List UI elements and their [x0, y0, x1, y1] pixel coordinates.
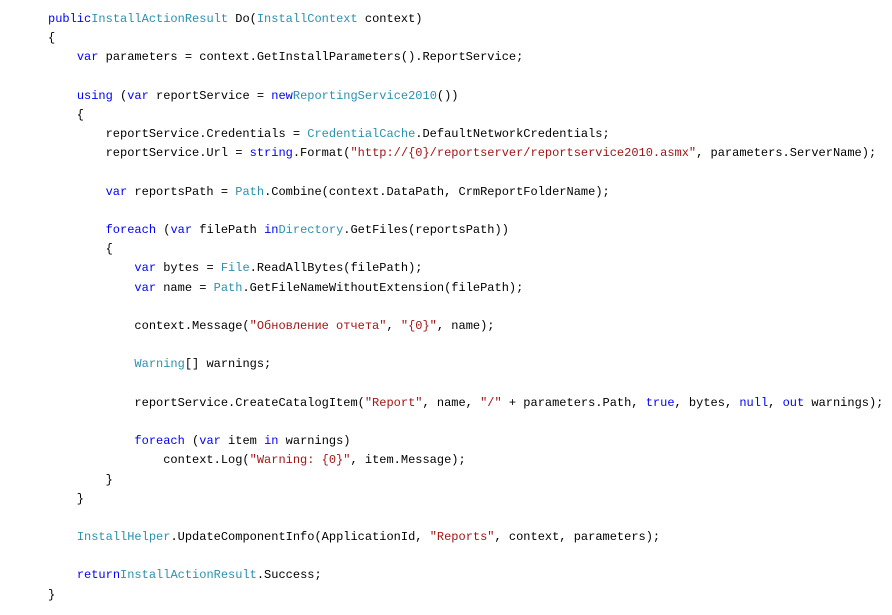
- code-block: publicInstallActionResult Do(InstallCont…: [0, 0, 892, 615]
